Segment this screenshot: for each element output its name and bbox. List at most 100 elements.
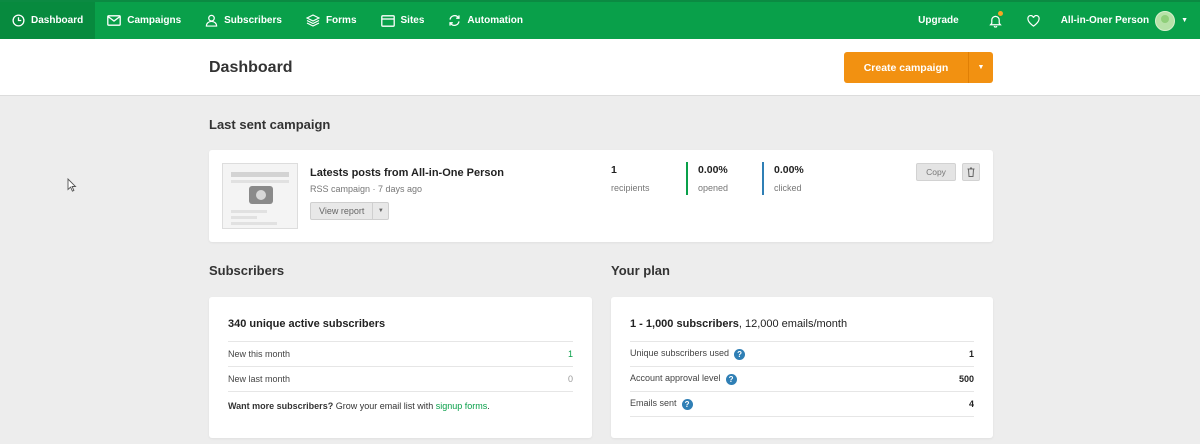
row-label: New last month: [228, 374, 291, 384]
plan-emails: , 12,000 emails/month: [738, 318, 848, 330]
user-menu[interactable]: All-in-Oner Person ▼: [1053, 10, 1200, 31]
mouse-cursor-icon: [67, 178, 77, 192]
subscribers-count: 340 unique active subscribers: [228, 318, 385, 330]
view-report-label[interactable]: View report: [311, 203, 374, 219]
stat-clicked: 0.00% clicked: [774, 164, 804, 193]
last-campaign-card: Latests posts from All-in-One Person RSS…: [209, 150, 993, 242]
row-divider: [228, 391, 573, 392]
plan-section-title: Your plan: [611, 263, 670, 278]
user-icon: [205, 14, 218, 27]
thumb-line: [231, 180, 289, 183]
stat-label: clicked: [774, 183, 802, 193]
avatar: [1155, 10, 1176, 31]
promo-end: .: [487, 401, 490, 411]
view-report-button[interactable]: View report ▼: [310, 202, 390, 220]
campaign-title[interactable]: Latests posts from All-in-One Person: [310, 167, 504, 179]
camera-icon: [249, 186, 273, 204]
nav-forms-label: Forms: [325, 15, 357, 26]
help-icon[interactable]: ?: [681, 398, 693, 410]
promo-text: Grow your email list with: [333, 401, 436, 411]
row-label: Emails sent: [630, 398, 677, 409]
plan-tier: 1 - 1,000 subscribers: [630, 318, 739, 330]
stat-recipients: 1 recipients: [611, 164, 650, 193]
clicked-indicator-bar: [762, 162, 764, 195]
create-campaign-button[interactable]: Create campaign ▼: [844, 52, 993, 83]
stat-opened: 0.00% opened: [698, 164, 728, 193]
thumb-line: [231, 222, 277, 225]
nav-sites[interactable]: Sites: [369, 2, 437, 39]
subscribers-card: 340 unique active subscribers New this m…: [209, 297, 592, 438]
nav-sites-label: Sites: [400, 15, 425, 26]
heart-icon: [1027, 14, 1040, 27]
table-row: Account approval level? 500: [630, 366, 974, 391]
last-campaign-section-title: Last sent campaign: [209, 117, 331, 132]
user-name: All-in-Oner Person: [1060, 15, 1150, 26]
row-label: Account approval level: [630, 373, 721, 384]
row-label-group: Account approval level?: [630, 373, 737, 385]
browser-window-icon: [380, 14, 395, 27]
chevron-down-icon: ▼: [1181, 17, 1188, 24]
table-row: New last month 0: [228, 366, 573, 391]
refresh-icon: [449, 15, 461, 26]
stat-label: recipients: [611, 183, 650, 193]
nav-dashboard-label: Dashboard: [31, 15, 84, 26]
create-campaign-label[interactable]: Create campaign: [844, 52, 969, 83]
promo-bold: Want more subscribers?: [228, 401, 334, 411]
plan-summary: 1 - 1,000 subscribers, 12,000 emails/mon…: [630, 318, 847, 330]
subscribers-count-text: 340 unique active subscribers: [228, 318, 386, 330]
thumb-line: [231, 210, 267, 213]
notification-dot: [997, 11, 1003, 16]
campaign-subtitle: RSS campaign · 7 days ago: [310, 184, 423, 194]
trash-icon: [967, 167, 975, 177]
nav-automation-label: Automation: [467, 15, 523, 26]
row-value: 4: [968, 399, 974, 409]
stat-label: opened: [698, 183, 729, 193]
chevron-down-icon: ▼: [977, 64, 985, 71]
create-campaign-dropdown[interactable]: ▼: [969, 52, 993, 83]
stat-value: 0.00%: [774, 164, 804, 176]
nav-subscribers-label: Subscribers: [224, 15, 282, 26]
campaign-thumbnail[interactable]: [222, 163, 298, 229]
row-value: 1: [968, 349, 974, 359]
thumb-header-bar: [231, 172, 289, 177]
copy-campaign-button[interactable]: Copy: [916, 163, 956, 181]
row-label-group: Emails sent?: [630, 398, 693, 410]
view-report-dropdown[interactable]: ▼: [373, 203, 388, 219]
thumb-line: [231, 216, 257, 219]
nav-right-group: Upgrade All-in-Oner Person ▼: [908, 2, 1200, 39]
plan-card: 1 - 1,000 subscribers, 12,000 emails/mon…: [611, 297, 993, 438]
row-label-group: Unique subscribers used?: [630, 348, 746, 360]
row-label: Unique subscribers used: [630, 348, 730, 359]
opened-indicator-bar: [686, 162, 688, 195]
nav-subscribers[interactable]: Subscribers: [193, 2, 294, 39]
table-row: Unique subscribers used? 1: [630, 341, 974, 366]
help-icon[interactable]: ?: [734, 348, 746, 360]
nav-forms[interactable]: Forms: [294, 2, 369, 39]
notifications-button[interactable]: [977, 2, 1015, 39]
help-icon[interactable]: ?: [725, 373, 737, 385]
upgrade-link[interactable]: Upgrade: [908, 2, 969, 39]
nav-campaigns-label: Campaigns: [127, 15, 182, 26]
grow-list-promo: Want more subscribers? Grow your email l…: [228, 401, 490, 411]
delete-campaign-button[interactable]: [962, 163, 980, 181]
stat-value: 1: [611, 164, 617, 176]
signup-forms-link[interactable]: signup forms: [436, 401, 488, 411]
top-navigation: Dashboard Campaigns Subscribers Forms Si…: [0, 0, 1200, 39]
subscribers-section-title: Subscribers: [209, 263, 285, 278]
row-value: 500: [958, 374, 974, 384]
envelope-icon: [107, 15, 122, 26]
layers-icon: [305, 14, 320, 27]
table-row: New this month 1: [228, 341, 573, 366]
row-divider: [630, 416, 974, 417]
chevron-down-icon: ▼: [377, 208, 384, 214]
page-header: Dashboard Create campaign ▼: [0, 39, 1200, 96]
page-title: Dashboard: [209, 59, 293, 76]
nav-automation[interactable]: Automation: [436, 2, 535, 39]
nav-campaigns[interactable]: Campaigns: [95, 2, 193, 39]
row-value[interactable]: 1: [568, 349, 573, 359]
clock-icon: [12, 14, 25, 27]
stat-value: 0.00%: [698, 164, 728, 176]
favorites-button[interactable]: [1015, 2, 1053, 39]
row-value: 0: [567, 374, 573, 384]
nav-dashboard[interactable]: Dashboard: [0, 2, 96, 39]
